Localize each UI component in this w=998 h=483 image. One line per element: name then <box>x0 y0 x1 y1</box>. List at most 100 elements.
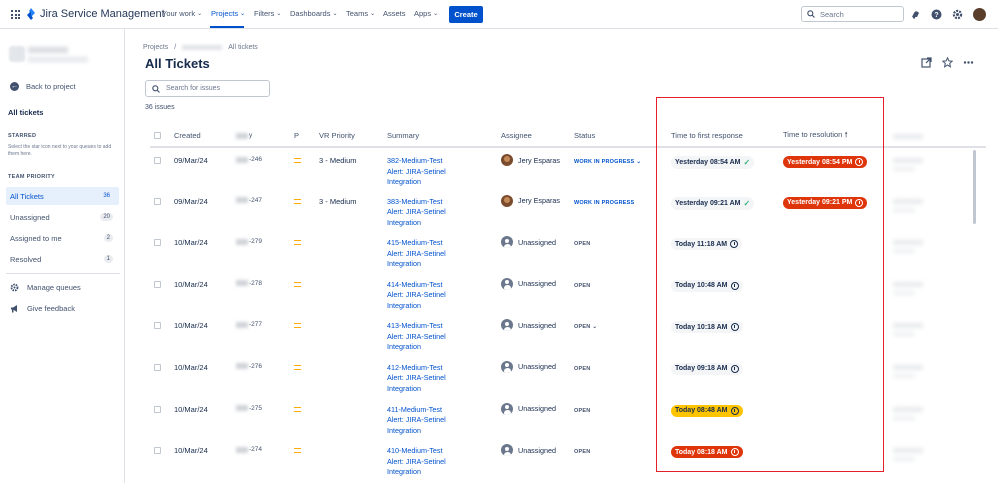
row-select-cell[interactable] <box>150 230 170 272</box>
key-cell[interactable]: -276 <box>232 355 290 397</box>
nav-filters[interactable]: Filters ⌄ <box>254 9 281 18</box>
assignee-cell[interactable]: Jery Esparas <box>497 189 570 231</box>
key-cell[interactable]: -278 <box>232 272 290 314</box>
status-lozenge[interactable]: OPEN <box>574 449 590 455</box>
status-cell[interactable]: WORK IN PROGRESS <box>570 189 667 231</box>
breadcrumb-project-redacted[interactable] <box>182 45 223 50</box>
status-cell[interactable]: OPEN <box>570 397 667 439</box>
column-header-created[interactable]: Created <box>170 125 232 148</box>
summary-link[interactable]: 413-Medium-Test Alert: JIRA-Setinel Integr… <box>387 321 493 353</box>
assignee-cell[interactable]: Unassigned <box>497 313 570 355</box>
key-cell[interactable]: -246 <box>232 147 290 189</box>
star-icon[interactable] <box>942 57 953 68</box>
more-actions-icon[interactable] <box>963 57 974 68</box>
nav-projects[interactable]: Projects ⌄ <box>211 9 245 18</box>
help-icon[interactable]: ? <box>931 9 942 20</box>
nav-teams[interactable]: Teams ⌄ <box>346 9 375 18</box>
status-lozenge[interactable]: OPEN <box>574 283 590 289</box>
status-lozenge[interactable]: OPEN <box>574 408 590 414</box>
summary-cell[interactable]: 414-Medium-Test Alert: JIRA-Setinel Integr… <box>383 272 497 314</box>
manage-queues-link[interactable]: Manage queues <box>10 283 81 292</box>
summary-cell[interactable]: 413-Medium-Test Alert: JIRA-Setinel Integr… <box>383 313 497 355</box>
app-switcher-icon[interactable] <box>11 10 20 19</box>
status-cell[interactable]: OPEN <box>570 438 667 480</box>
create-button[interactable]: Create <box>449 6 483 23</box>
product-logo[interactable]: Jira Service Management <box>26 8 165 20</box>
summary-cell[interactable]: 412-Medium-Test Alert: JIRA-Setinel Integr… <box>383 355 497 397</box>
key-cell[interactable]: -277 <box>232 313 290 355</box>
assignee-cell[interactable]: Unassigned <box>497 230 570 272</box>
assignee-cell[interactable]: Unassigned <box>497 272 570 314</box>
row-checkbox[interactable] <box>154 405 161 413</box>
issue-key[interactable]: -279 <box>249 238 262 245</box>
assignee-cell[interactable]: Unassigned <box>497 397 570 439</box>
row-select-cell[interactable] <box>150 189 170 231</box>
row-checkbox[interactable] <box>154 447 161 455</box>
column-header-priority[interactable]: P <box>290 125 315 148</box>
summary-link[interactable]: 412-Medium-Test Alert: JIRA-Setinel Integr… <box>387 363 493 395</box>
column-header-redacted[interactable] <box>889 125 986 148</box>
key-cell[interactable]: -247 <box>232 189 290 231</box>
sidebar-item-all-tickets[interactable]: All Tickets 36 <box>6 187 119 205</box>
row-checkbox[interactable] <box>154 157 161 164</box>
summary-link[interactable]: 411-Medium-Test Alert: JIRA-Setinel Integr… <box>387 405 493 437</box>
column-header-vr-priority[interactable]: VR Priority <box>315 125 383 148</box>
status-cell[interactable]: WORK IN PROGRESS ⌄ <box>570 147 667 189</box>
issue-key[interactable]: -275 <box>249 405 262 412</box>
user-avatar[interactable] <box>973 8 986 21</box>
summary-cell[interactable]: 382-Medium-Test Alert: JIRA-Setinel Integr… <box>383 147 497 189</box>
notifications-icon[interactable] <box>910 9 921 20</box>
issue-key[interactable]: -277 <box>249 321 262 328</box>
column-header-status[interactable]: Status <box>570 125 667 148</box>
settings-gear-icon[interactable] <box>952 9 963 20</box>
sidebar-item-resolved[interactable]: Resolved 1 <box>6 250 119 268</box>
status-lozenge[interactable]: OPEN <box>574 241 590 247</box>
assignee-cell[interactable]: Unassigned <box>497 355 570 397</box>
give-feedback-link[interactable]: Give feedback <box>10 304 75 313</box>
issue-key[interactable]: -278 <box>249 280 262 287</box>
row-checkbox[interactable] <box>154 363 161 371</box>
summary-link[interactable]: 414-Medium-Test Alert: JIRA-Setinel Integr… <box>387 280 493 312</box>
summary-cell[interactable]: 410-Medium-Test Alert: JIRA-Setinel Integr… <box>383 438 497 480</box>
status-lozenge[interactable]: WORK IN PROGRESS <box>574 200 634 206</box>
summary-link[interactable]: 415-Medium-Test Alert: JIRA-Setinel Integr… <box>387 238 493 270</box>
nav-your-work[interactable]: Your work ⌄ <box>162 9 202 18</box>
summary-link[interactable]: 383-Medium-Test Alert: JIRA-Setinel Integr… <box>387 197 493 229</box>
status-lozenge[interactable]: OPEN <box>574 366 590 372</box>
issue-key[interactable]: -276 <box>249 363 262 370</box>
assignee-cell[interactable]: Unassigned <box>497 438 570 480</box>
back-to-project-link[interactable]: ← Back to project <box>10 82 76 91</box>
row-select-cell[interactable] <box>150 272 170 314</box>
summary-cell[interactable]: 415-Medium-Test Alert: JIRA-Setinel Integr… <box>383 230 497 272</box>
key-cell[interactable]: -275 <box>232 397 290 439</box>
issue-key[interactable]: -246 <box>249 156 262 163</box>
key-cell[interactable]: -274 <box>232 438 290 480</box>
status-cell[interactable]: OPEN <box>570 355 667 397</box>
row-checkbox[interactable] <box>154 197 161 205</box>
vertical-scrollbar[interactable] <box>973 150 976 224</box>
summary-cell[interactable]: 411-Medium-Test Alert: JIRA-Setinel Integr… <box>383 397 497 439</box>
open-in-new-icon[interactable] <box>921 57 932 68</box>
row-checkbox[interactable] <box>154 280 161 288</box>
global-search-input[interactable]: Search <box>801 6 904 22</box>
key-cell[interactable]: -279 <box>232 230 290 272</box>
column-header-key[interactable]: y <box>232 125 290 148</box>
breadcrumb-projects[interactable]: Projects <box>143 44 168 51</box>
nav-apps[interactable]: Apps ⌄ <box>414 9 438 18</box>
status-lozenge[interactable]: WORK IN PROGRESS ⌄ <box>574 159 641 165</box>
row-select-cell[interactable] <box>150 313 170 355</box>
status-cell[interactable]: OPEN <box>570 272 667 314</box>
issue-key[interactable]: -247 <box>249 197 262 204</box>
assignee-cell[interactable]: Jery Esparas <box>497 147 570 189</box>
row-select-cell[interactable] <box>150 147 170 189</box>
row-checkbox[interactable] <box>154 322 161 330</box>
issue-key[interactable]: -274 <box>249 446 262 453</box>
column-header-assignee[interactable]: Assignee <box>497 125 570 148</box>
summary-link[interactable]: 382-Medium-Test Alert: JIRA-Setinel Integr… <box>387 156 493 188</box>
nav-dashboards[interactable]: Dashboards ⌄ <box>290 9 337 18</box>
column-header-summary[interactable]: Summary <box>383 125 497 148</box>
row-select-cell[interactable] <box>150 397 170 439</box>
select-all-checkbox[interactable] <box>154 131 161 139</box>
row-checkbox[interactable] <box>154 239 161 247</box>
summary-cell[interactable]: 383-Medium-Test Alert: JIRA-Setinel Integr… <box>383 189 497 231</box>
